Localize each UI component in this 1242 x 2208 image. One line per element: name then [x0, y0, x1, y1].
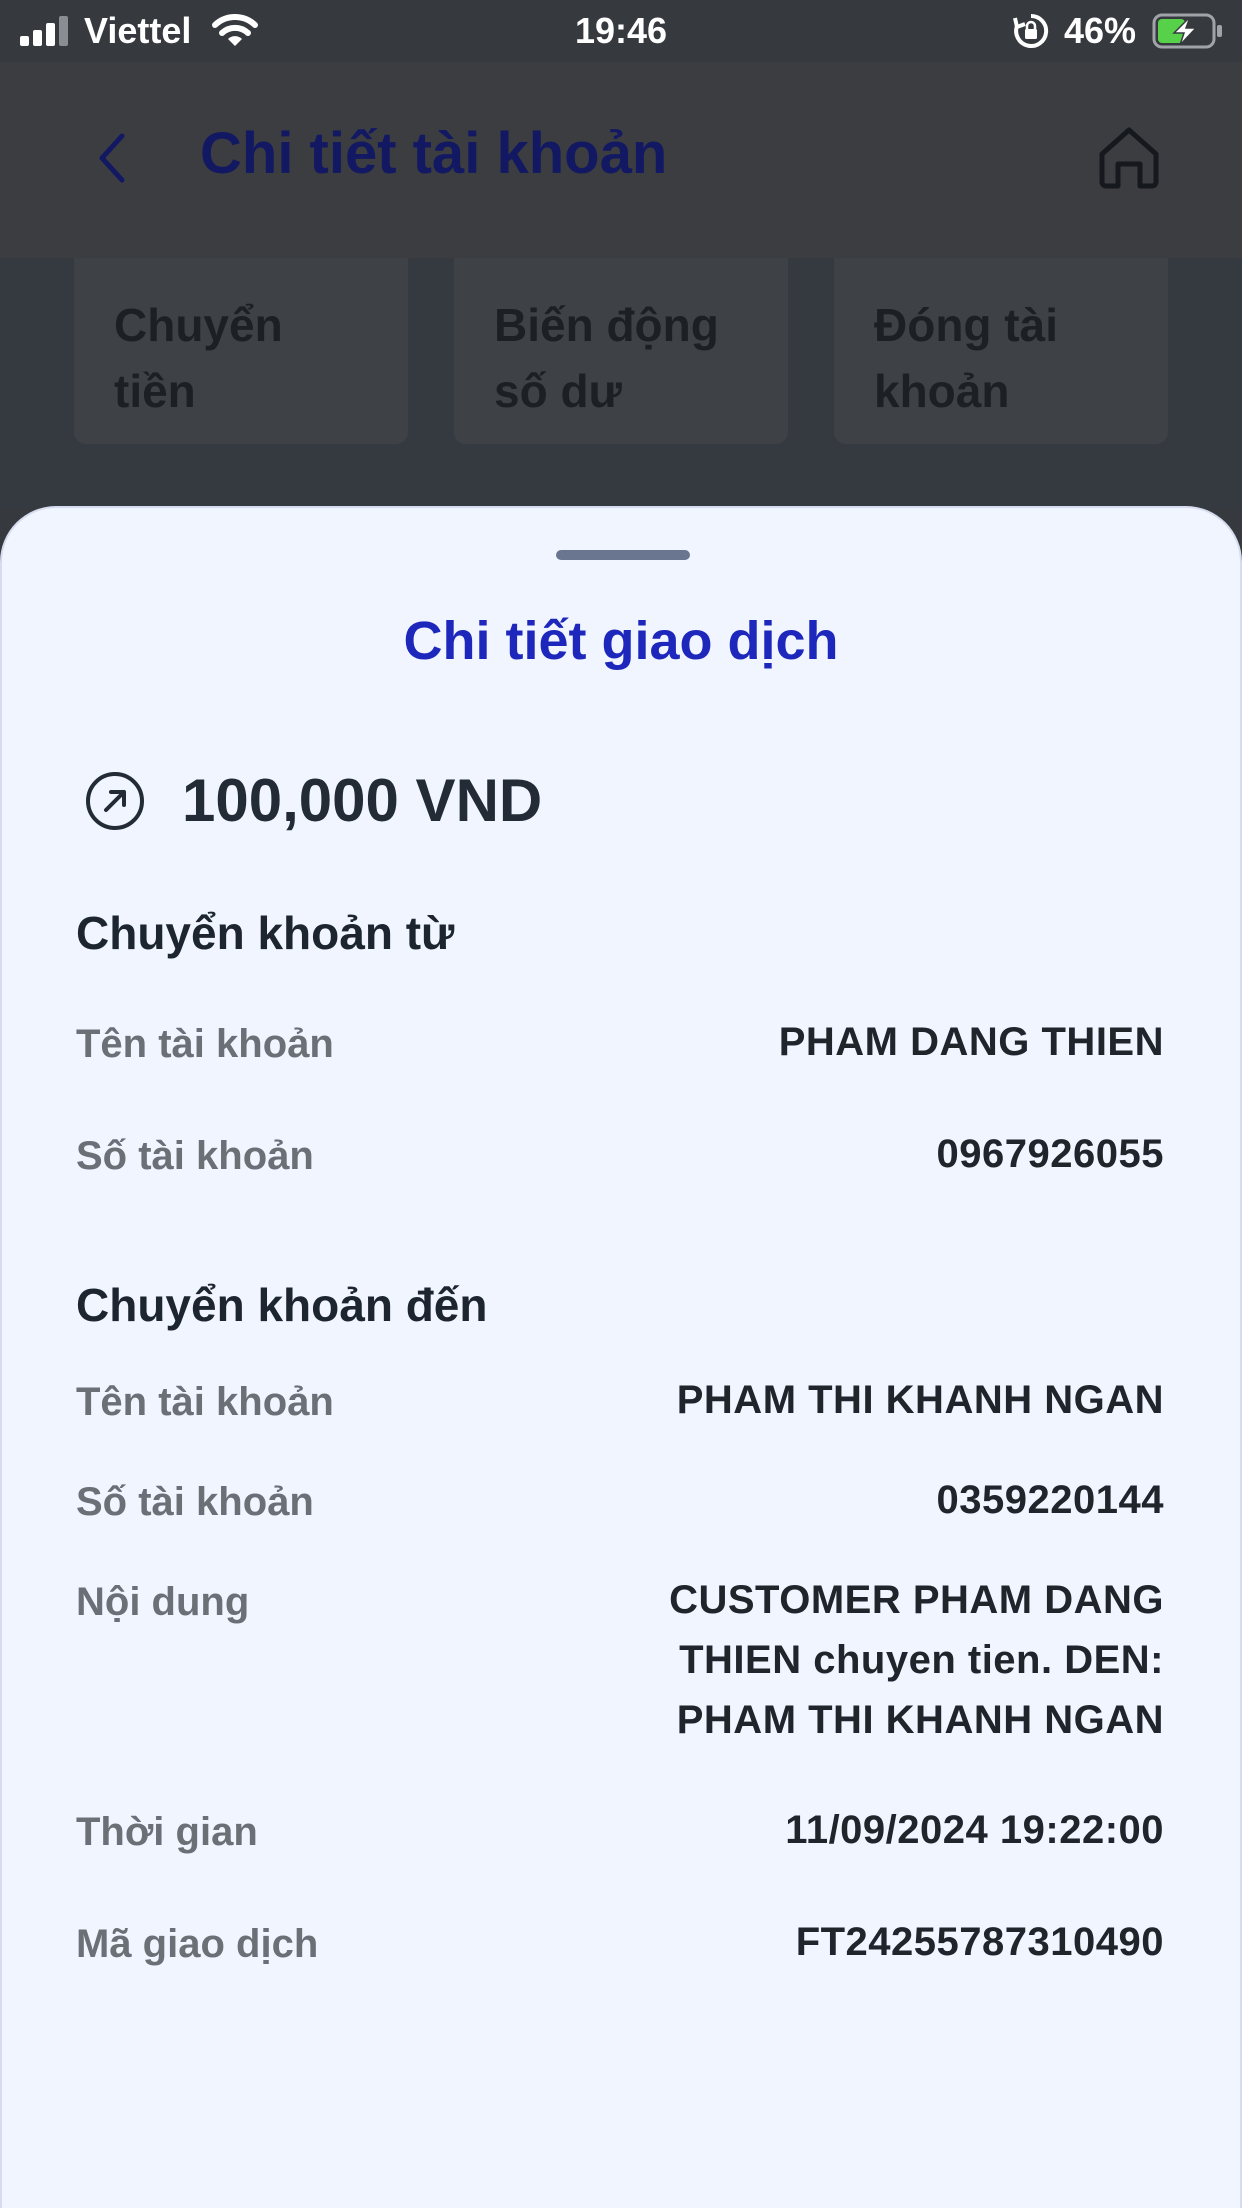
from-number-value: 0967926055 [936, 1132, 1164, 1176]
content-value-line: PHAM THI KHANH NGAN [676, 1698, 1164, 1742]
clock: 19:46 [574, 10, 668, 51]
from-name-value: PHAM DANG THIEN [778, 1020, 1164, 1064]
from-section-title: Chuyển khoản từ [76, 907, 455, 959]
transfer-money-card[interactable]: Chuyển tiền [74, 258, 408, 444]
transaction-detail-sheet: Chi tiết giao dịch 100,000 VND Chuyển kh… [0, 506, 1242, 2208]
from-name-label: Tên tài khoản [76, 1022, 334, 1066]
sheet-grabber[interactable] [556, 550, 690, 560]
card-label-line: số dư [494, 365, 622, 417]
time-label: Thời gian [76, 1810, 258, 1854]
rotation-lock-icon [1013, 13, 1049, 48]
action-cards: Chuyển tiền Biến động số dư Đóng tài kho… [0, 258, 1242, 508]
page-title: Chi tiết tài khoản [200, 121, 668, 186]
balance-changes-card[interactable]: Biến động số dư [454, 258, 788, 444]
header: Chi tiết tài khoản [0, 62, 1242, 258]
to-section-title: Chuyển khoản đến [76, 1279, 488, 1331]
content-value-line: CUSTOMER PHAM DANG [669, 1578, 1164, 1622]
content-value: CUSTOMER PHAM DANG THIEN chuyen tien. DE… [604, 1570, 1164, 1750]
home-icon[interactable] [1096, 124, 1162, 190]
battery-percent: 46% [1064, 10, 1137, 51]
card-label-line: khoản [874, 365, 1010, 417]
reference-label: Mã giao dịch [76, 1922, 319, 1966]
card-label-line: Chuyển [114, 299, 283, 351]
content-value-line: THIEN chuyen tien. DEN: [679, 1638, 1164, 1682]
arrow-up-right-circle-icon [86, 772, 144, 830]
to-number-label: Số tài khoản [76, 1480, 314, 1524]
from-number-label: Số tài khoản [76, 1134, 314, 1178]
to-name-label: Tên tài khoản [76, 1380, 334, 1424]
battery-charging-icon [1152, 13, 1222, 49]
card-label-line: Biến động [494, 299, 719, 351]
close-account-card[interactable]: Đóng tài khoản [834, 258, 1168, 444]
to-number-value: 0359220144 [936, 1478, 1164, 1522]
card-label-line: Đóng tài [874, 299, 1058, 351]
card-label-line: tiền [114, 365, 196, 417]
chevron-left-icon[interactable] [92, 128, 132, 188]
content-label: Nội dung [76, 1580, 250, 1624]
status-bar: Viettel 19:46 46% [0, 0, 1242, 62]
to-name-value: PHAM THI KHANH NGAN [676, 1378, 1164, 1422]
time-value: 11/09/2024 19:22:00 [785, 1808, 1164, 1852]
transaction-amount: 100,000 VND [182, 767, 543, 834]
reference-value: FT24255787310490 [795, 1920, 1164, 1964]
sheet-title: Chi tiết giao dịch [403, 611, 839, 671]
